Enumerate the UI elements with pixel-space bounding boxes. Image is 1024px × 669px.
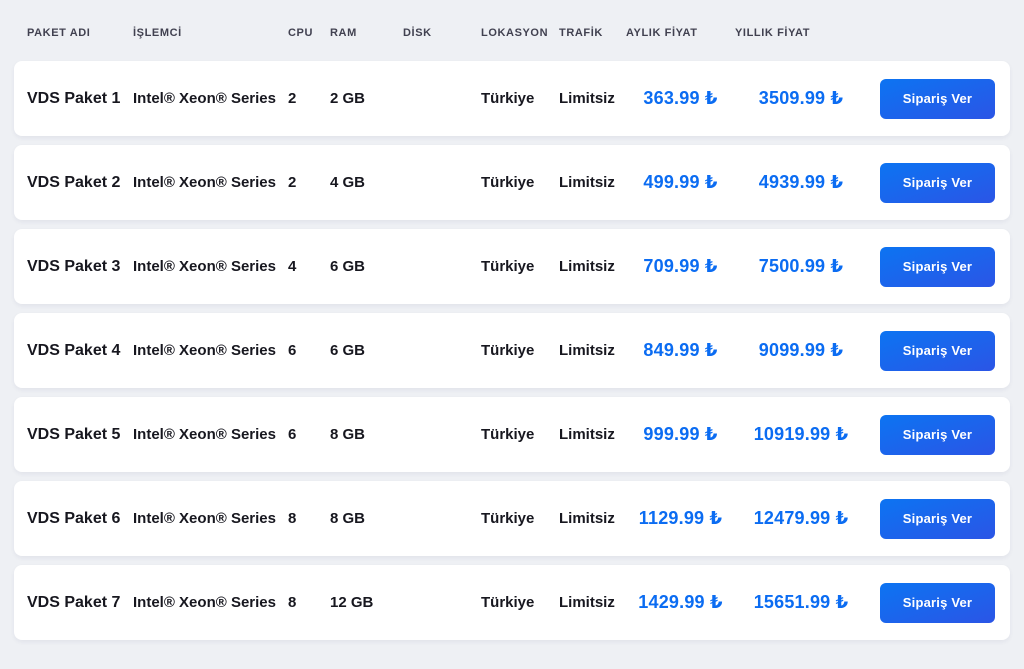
yearly-price: 9099.99 ₺ xyxy=(758,340,844,360)
column-header-paket-adi: PAKET ADI xyxy=(27,27,91,39)
cpu-count: 2 xyxy=(288,174,297,191)
column-header-ram: RAM xyxy=(330,27,357,39)
order-button-cell: Sipariş Ver xyxy=(867,78,1010,119)
cpu-count: 4 xyxy=(288,258,297,275)
package-list: VDS Paket 1 Intel® Xeon® Series 2 2 GB T… xyxy=(14,61,1010,640)
traffic: Limitsiz xyxy=(559,426,615,443)
cpu-model: Intel® Xeon® Series xyxy=(133,258,276,275)
ram-size: 2 GB xyxy=(330,90,366,107)
traffic: Limitsiz xyxy=(559,174,615,191)
cpu-model: Intel® Xeon® Series xyxy=(133,426,276,443)
package-name: VDS Paket 7 xyxy=(27,593,121,611)
order-button[interactable]: Sipariş Ver xyxy=(880,162,995,203)
cpu-count: 8 xyxy=(288,594,297,611)
package-row: VDS Paket 5 Intel® Xeon® Series 6 8 GB T… xyxy=(14,397,1010,472)
table-header: PAKET ADI İŞLEMCİ CPU RAM DİSK LOKASYON … xyxy=(14,25,1010,41)
order-button[interactable]: Sipariş Ver xyxy=(880,78,995,119)
package-name: VDS Paket 6 xyxy=(27,509,121,527)
yearly-price: 12479.99 ₺ xyxy=(753,508,849,528)
location: Türkiye xyxy=(481,510,535,527)
package-name: VDS Paket 1 xyxy=(27,89,121,107)
ram-size: 6 GB xyxy=(330,258,366,275)
order-button-cell: Sipariş Ver xyxy=(867,498,1010,539)
ram-size: 8 GB xyxy=(330,510,366,527)
location: Türkiye xyxy=(481,594,535,611)
order-button-cell: Sipariş Ver xyxy=(867,246,1010,287)
package-row: VDS Paket 7 Intel® Xeon® Series 8 12 GB … xyxy=(14,565,1010,640)
package-name: VDS Paket 4 xyxy=(27,341,121,359)
cpu-model: Intel® Xeon® Series xyxy=(133,594,276,611)
cpu-model: Intel® Xeon® Series xyxy=(133,510,276,527)
monthly-price: 499.99 ₺ xyxy=(643,172,718,192)
vds-pricing-page: PAKET ADI İŞLEMCİ CPU RAM DİSK LOKASYON … xyxy=(0,0,1024,669)
monthly-price: 709.99 ₺ xyxy=(643,256,718,276)
monthly-price: 849.99 ₺ xyxy=(643,340,718,360)
order-button-cell: Sipariş Ver xyxy=(867,414,1010,455)
location: Türkiye xyxy=(481,174,535,191)
order-button[interactable]: Sipariş Ver xyxy=(880,498,995,539)
column-header-trafik: TRAFİK xyxy=(559,27,603,39)
ram-size: 8 GB xyxy=(330,426,366,443)
monthly-price: 363.99 ₺ xyxy=(643,88,718,108)
order-button[interactable]: Sipariş Ver xyxy=(880,414,995,455)
yearly-price: 7500.99 ₺ xyxy=(758,256,844,276)
monthly-price: 1129.99 ₺ xyxy=(638,508,723,528)
cpu-model: Intel® Xeon® Series xyxy=(133,174,276,191)
ram-size: 12 GB xyxy=(330,594,374,611)
cpu-count: 2 xyxy=(288,90,297,107)
traffic: Limitsiz xyxy=(559,594,615,611)
package-name: VDS Paket 3 xyxy=(27,257,121,275)
order-button-cell: Sipariş Ver xyxy=(867,582,1010,623)
yearly-price: 3509.99 ₺ xyxy=(758,88,844,108)
package-row: VDS Paket 6 Intel® Xeon® Series 8 8 GB T… xyxy=(14,481,1010,556)
order-button[interactable]: Sipariş Ver xyxy=(880,330,995,371)
yearly-price: 15651.99 ₺ xyxy=(753,592,849,612)
order-button-cell: Sipariş Ver xyxy=(867,162,1010,203)
yearly-price: 4939.99 ₺ xyxy=(758,172,844,192)
column-header-islemci: İŞLEMCİ xyxy=(133,27,182,39)
traffic: Limitsiz xyxy=(559,258,615,275)
monthly-price: 1429.99 ₺ xyxy=(638,592,723,612)
traffic: Limitsiz xyxy=(559,90,615,107)
location: Türkiye xyxy=(481,258,535,275)
order-button[interactable]: Sipariş Ver xyxy=(880,246,995,287)
package-row: VDS Paket 2 Intel® Xeon® Series 2 4 GB T… xyxy=(14,145,1010,220)
location: Türkiye xyxy=(481,90,535,107)
package-name: VDS Paket 2 xyxy=(27,173,121,191)
cpu-model: Intel® Xeon® Series xyxy=(133,342,276,359)
monthly-price: 999.99 ₺ xyxy=(643,424,718,444)
cpu-count: 6 xyxy=(288,426,297,443)
cpu-count: 6 xyxy=(288,342,297,359)
column-header-yillik-fiyat: YILLIK FİYAT xyxy=(735,27,811,39)
yearly-price: 10919.99 ₺ xyxy=(753,424,849,444)
cpu-count: 8 xyxy=(288,510,297,527)
order-button[interactable]: Sipariş Ver xyxy=(880,582,995,623)
order-button-cell: Sipariş Ver xyxy=(867,330,1010,371)
column-header-lokasyon: LOKASYON xyxy=(481,27,549,39)
column-header-disk: DİSK xyxy=(403,27,432,39)
location: Türkiye xyxy=(481,342,535,359)
package-row: VDS Paket 3 Intel® Xeon® Series 4 6 GB T… xyxy=(14,229,1010,304)
traffic: Limitsiz xyxy=(559,510,615,527)
package-row: VDS Paket 1 Intel® Xeon® Series 2 2 GB T… xyxy=(14,61,1010,136)
location: Türkiye xyxy=(481,426,535,443)
column-header-aylik-fiyat: AYLIK FİYAT xyxy=(626,27,698,39)
ram-size: 6 GB xyxy=(330,342,366,359)
column-header-cpu: CPU xyxy=(288,27,314,39)
package-name: VDS Paket 5 xyxy=(27,425,121,443)
package-row: VDS Paket 4 Intel® Xeon® Series 6 6 GB T… xyxy=(14,313,1010,388)
ram-size: 4 GB xyxy=(330,174,366,191)
traffic: Limitsiz xyxy=(559,342,615,359)
cpu-model: Intel® Xeon® Series xyxy=(133,90,276,107)
